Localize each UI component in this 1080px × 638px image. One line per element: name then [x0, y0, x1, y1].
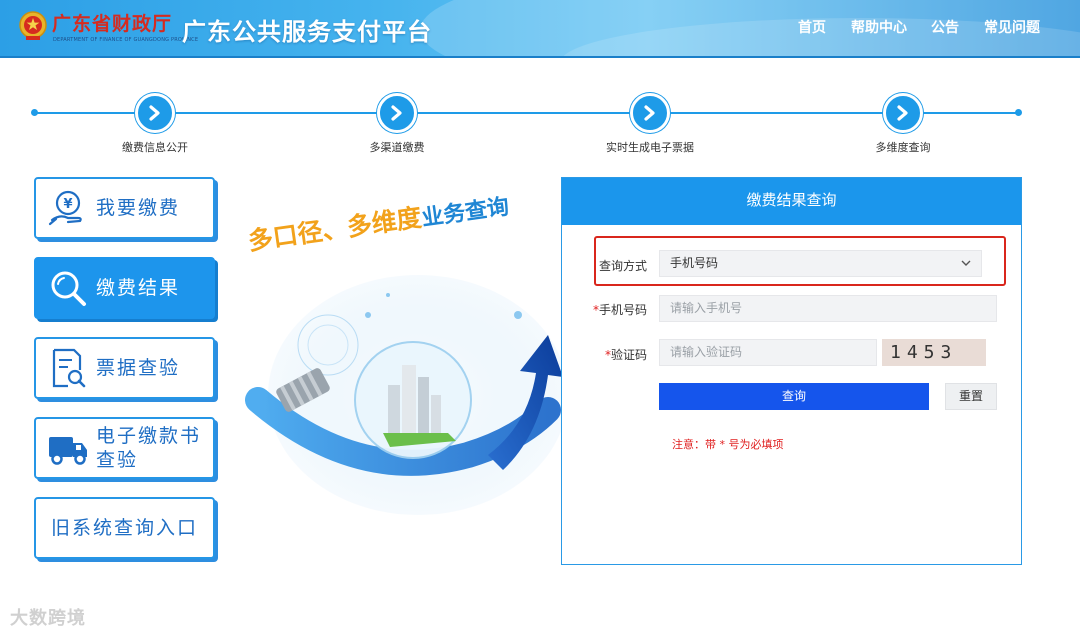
step-3-label: 实时生成电子票据 — [606, 141, 694, 154]
step-2-label: 多渠道缴费 — [369, 141, 425, 154]
steps-timeline-line — [34, 112, 1020, 114]
query-button[interactable]: 查询 — [659, 383, 929, 410]
menu-invoice-verify-label: 票据查验 — [96, 357, 181, 379]
department-subtitle: DEPARTMENT OF FINANCE OF GUANGDONG PROVI… — [53, 37, 199, 43]
phone-label: *手机号码 — [577, 301, 647, 318]
step-4-chevron-right-icon — [883, 93, 923, 133]
chevron-down-icon — [961, 260, 971, 266]
timeline-start-dot — [31, 109, 38, 116]
query-method-value: 手机号码 — [670, 256, 719, 270]
platform-title[interactable]: 广东公共服务支付平台 — [182, 12, 432, 47]
panel-title: 缴费结果查询 — [562, 178, 1021, 225]
reset-button[interactable]: 重置 — [945, 383, 997, 410]
step-3-chevron-right-icon — [630, 93, 670, 133]
nav-help-center[interactable]: 帮助中心 — [851, 17, 907, 37]
query-method-label: 查询方式 — [598, 259, 647, 273]
step-1-label: 缴费信息公开 — [122, 141, 188, 154]
captcha-label-text: 验证码 — [610, 348, 647, 362]
query-method-select[interactable]: 手机号码 — [659, 250, 982, 277]
menu-payment-result-label: 缴费结果 — [96, 277, 181, 299]
menu-payment-result-button[interactable]: 缴费结果 — [34, 257, 215, 319]
step-1-chevron-right-icon — [135, 93, 175, 133]
phone-label-text: 手机号码 — [598, 303, 647, 317]
step-4-label: 多维度查询 — [875, 141, 931, 154]
menu-pay-label: 我要缴费 — [96, 197, 181, 219]
menu-invoice-verify-button[interactable]: 票据查验 — [34, 337, 215, 399]
captcha-image[interactable]: 1453 — [882, 339, 986, 366]
menu-e-payment-book-label: 电子缴款书 查验 — [96, 424, 201, 472]
nav-home[interactable]: 首页 — [798, 17, 826, 37]
payment-hand-icon: ¥ — [48, 190, 82, 226]
menu-e-payment-book-button[interactable]: 电子缴款书 查验 — [34, 417, 215, 479]
national-emblem-icon — [19, 11, 47, 40]
header-divider — [0, 56, 1080, 58]
menu-legacy-system-label: 旧系统查询入口 — [50, 517, 198, 539]
step-2-chevron-right-icon — [377, 93, 417, 133]
menu-e-payment-book-label-line1: 电子缴款书 — [96, 425, 202, 447]
timeline-end-dot — [1015, 109, 1022, 116]
watermark: 大数跨境 — [10, 608, 86, 629]
captcha-label: *验证码 — [577, 346, 647, 363]
captcha-input[interactable]: 请输入验证码 — [659, 339, 877, 366]
menu-pay-button[interactable]: ¥ 我要缴费 — [34, 177, 215, 239]
phone-input[interactable]: 请输入手机号 — [659, 295, 997, 322]
search-icon — [51, 271, 86, 306]
truck-icon — [49, 437, 87, 465]
nav-faq[interactable]: 常见问题 — [984, 17, 1040, 37]
nav-announcements[interactable]: 公告 — [931, 17, 959, 37]
department-name[interactable]: 广东省财政厅 — [52, 9, 172, 36]
document-search-icon — [52, 348, 86, 388]
required-note: 注意：带 * 号为必填项 — [672, 438, 784, 451]
menu-e-payment-book-label-line2: 查验 — [96, 449, 139, 471]
svg-text:¥: ¥ — [63, 197, 72, 212]
menu-legacy-system-button[interactable]: 旧系统查询入口 — [34, 497, 215, 559]
top-header: 广东省财政厅 DEPARTMENT OF FINANCE OF GUANGDON… — [0, 0, 1080, 56]
